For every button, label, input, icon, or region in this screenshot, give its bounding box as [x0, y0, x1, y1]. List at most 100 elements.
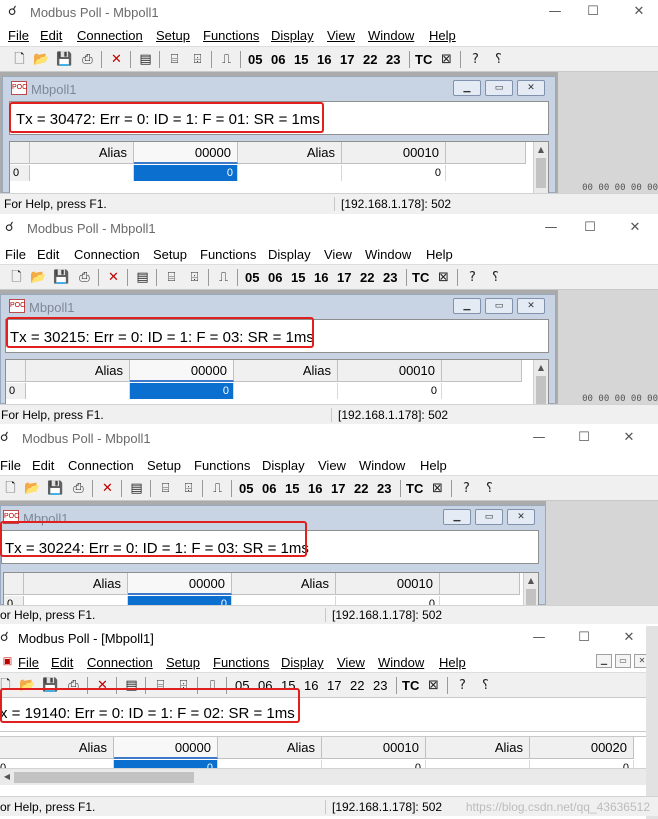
tc-button[interactable]: TC [415, 52, 432, 67]
window-icon[interactable]: ▤ [122, 676, 141, 695]
fc06-button[interactable]: 06 [268, 270, 282, 285]
menu-connection[interactable]: Connection [87, 655, 153, 670]
fc16-button[interactable]: 16 [308, 481, 322, 496]
title-bar[interactable]: ☌ Modbus Poll - Mbpoll1 — ☐ ✕ [0, 0, 658, 24]
column-header-alias[interactable]: Alias [30, 142, 134, 164]
column-header-alias[interactable]: Alias [232, 573, 336, 595]
menu-file[interactable]: File [18, 655, 39, 670]
pulse-icon[interactable]: ⎍ [214, 268, 233, 287]
connect-icon[interactable]: ⌸ [151, 676, 170, 695]
column-header-alias[interactable]: Alias [218, 737, 322, 759]
context-help-icon[interactable]: ⸮ [486, 268, 505, 287]
scroll-up-icon[interactable]: ▲ [534, 143, 548, 157]
column-header-address[interactable]: 00000 [130, 360, 234, 382]
column-header-alias[interactable]: Alias [0, 737, 114, 759]
close-icon[interactable]: ✕ [612, 428, 646, 448]
fc16-button[interactable]: 16 [304, 678, 318, 693]
fc17-button[interactable]: 17 [337, 270, 351, 285]
fc23-button[interactable]: 23 [383, 270, 397, 285]
menu-edit[interactable]: Edit [37, 247, 59, 262]
fc23-button[interactable]: 23 [377, 481, 391, 496]
fc17-button[interactable]: 17 [331, 481, 345, 496]
menu-file[interactable]: File [0, 458, 21, 473]
column-header-address[interactable]: 00020 [530, 737, 634, 759]
mdi-minimize-icon[interactable]: ▁ [596, 654, 612, 668]
fc05-button[interactable]: 05 [248, 52, 262, 67]
open-folder-icon[interactable]: 📂 [23, 479, 42, 498]
print-icon[interactable]: ⎙ [75, 268, 94, 287]
menu-connection[interactable]: Connection [74, 247, 140, 262]
close-icon[interactable]: ✕ [612, 628, 646, 648]
close-red-x-icon[interactable]: ✕ [98, 479, 117, 498]
menu-functions[interactable]: Functions [194, 458, 250, 473]
scroll-thumb[interactable] [14, 772, 194, 783]
disconnect-icon[interactable]: ⌹ [185, 268, 204, 287]
new-file-icon[interactable]: 🗋 [1, 479, 20, 498]
column-header-address[interactable]: 00010 [322, 737, 426, 759]
open-folder-icon[interactable]: 📂 [32, 50, 51, 69]
child-close-icon[interactable]: ✕ [517, 298, 545, 314]
help-question-icon[interactable]: ? [466, 50, 485, 69]
fc16-button[interactable]: 16 [314, 270, 328, 285]
menu-display[interactable]: Display [271, 28, 314, 43]
scroll-left-icon[interactable]: ◀ [1, 770, 13, 784]
fc06-button[interactable]: 06 [262, 481, 276, 496]
context-help-icon[interactable]: ⸮ [476, 676, 495, 695]
disconnect-icon[interactable]: ⌹ [174, 676, 193, 695]
child-restore-icon[interactable]: ▭ [485, 80, 513, 96]
close-red-x-icon[interactable]: ✕ [104, 268, 123, 287]
fc06-button[interactable]: 06 [258, 678, 272, 693]
column-header-address[interactable]: 00000 [114, 737, 218, 759]
title-bar[interactable]: ☌ Modbus Poll - Mbpoll1 — ☐ ✕ [0, 426, 658, 450]
pulse-icon[interactable]: ⎍ [203, 676, 222, 695]
close-red-x-icon[interactable]: ✕ [107, 50, 126, 69]
fc22-button[interactable]: 22 [354, 481, 368, 496]
menu-setup[interactable]: Setup [156, 28, 190, 43]
vertical-scrollbar[interactable]: ▲ [533, 142, 548, 200]
connect-icon[interactable]: ⌸ [165, 50, 184, 69]
menu-display[interactable]: Display [262, 458, 305, 473]
fc05-button[interactable]: 05 [239, 481, 253, 496]
save-disk-icon[interactable]: 💾 [46, 479, 65, 498]
register-icon[interactable]: ⊠ [437, 50, 456, 69]
open-folder-icon[interactable]: 📂 [18, 676, 37, 695]
child-restore-icon[interactable]: ▭ [475, 509, 503, 525]
fc17-button[interactable]: 17 [327, 678, 341, 693]
scroll-thumb[interactable] [536, 158, 546, 188]
register-icon[interactable]: ⊠ [424, 676, 443, 695]
child-window-mbpoll1[interactable]: POC Mbpoll1 ▁ ▭ ✕ Tx = 30215: Err = 0: I… [0, 294, 556, 419]
maximize-icon[interactable]: ☐ [576, 2, 610, 22]
mdi-restore-icon[interactable]: ▭ [615, 654, 631, 668]
menu-view[interactable]: View [337, 655, 365, 670]
fc06-button[interactable]: 06 [271, 52, 285, 67]
column-header-alias[interactable]: Alias [26, 360, 130, 382]
minimize-icon[interactable]: — [538, 2, 572, 22]
menu-setup[interactable]: Setup [153, 247, 187, 262]
menu-help[interactable]: Help [429, 28, 456, 43]
fc05-button[interactable]: 05 [245, 270, 259, 285]
child-close-icon[interactable]: ✕ [517, 80, 545, 96]
document-menu-icon[interactable]: ▣ [0, 652, 17, 671]
menu-window[interactable]: Window [359, 458, 405, 473]
child-minimize-icon[interactable]: ▁ [443, 509, 471, 525]
minimize-icon[interactable]: — [522, 428, 556, 448]
title-bar[interactable]: ☌ Modbus Poll - [Mbpoll1] — ☐ ✕ [0, 626, 658, 650]
print-icon[interactable]: ⎙ [64, 676, 83, 695]
close-red-x-icon[interactable]: ✕ [93, 676, 112, 695]
menu-window[interactable]: Window [368, 28, 414, 43]
close-icon[interactable]: ✕ [618, 218, 652, 238]
close-icon[interactable]: ✕ [622, 2, 656, 22]
menu-setup[interactable]: Setup [166, 655, 200, 670]
register-icon[interactable]: ⊠ [428, 479, 447, 498]
menu-display[interactable]: Display [268, 247, 311, 262]
save-disk-icon[interactable]: 💾 [52, 268, 71, 287]
fc17-button[interactable]: 17 [340, 52, 354, 67]
fc15-button[interactable]: 15 [285, 481, 299, 496]
menu-help[interactable]: Help [420, 458, 447, 473]
menu-help[interactable]: Help [439, 655, 466, 670]
column-header-alias[interactable]: Alias [234, 360, 338, 382]
minimize-icon[interactable]: — [534, 218, 568, 238]
fc16-button[interactable]: 16 [317, 52, 331, 67]
column-header-alias[interactable]: Alias [238, 142, 342, 164]
menu-edit[interactable]: Edit [51, 655, 73, 670]
